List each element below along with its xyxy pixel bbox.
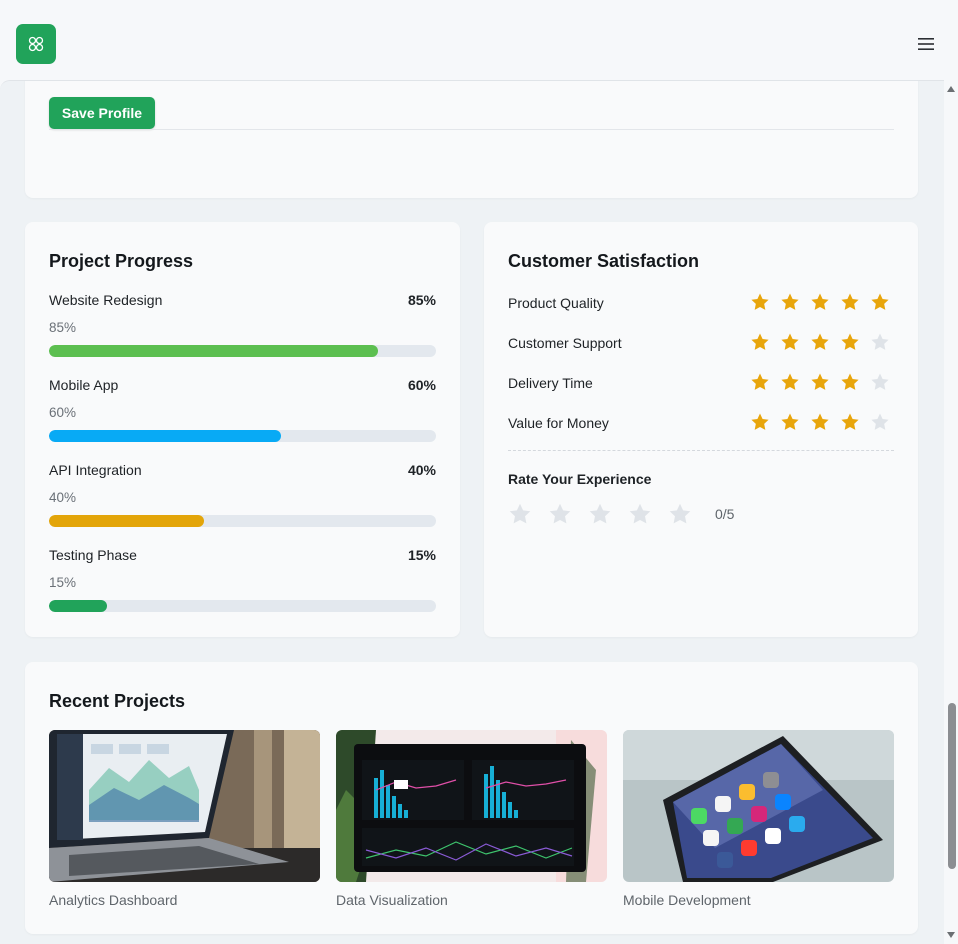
rating-label: Delivery Time bbox=[508, 375, 593, 391]
star-icon bbox=[840, 292, 860, 312]
progress-bar-fill bbox=[49, 515, 204, 527]
progress-item-percent-sub: 40% bbox=[49, 490, 77, 505]
star-icon bbox=[840, 332, 860, 352]
progress-item: Website Redesign 85% 85% bbox=[49, 292, 436, 362]
progress-item-percent-sub: 85% bbox=[49, 320, 77, 335]
progress-bar-track bbox=[49, 430, 436, 442]
card-title: Customer Satisfaction bbox=[508, 251, 700, 271]
progress-bar-fill bbox=[49, 430, 282, 442]
divider bbox=[508, 450, 894, 451]
progress-bar-track bbox=[49, 345, 436, 357]
progress-bar-fill bbox=[49, 600, 108, 612]
rate-star-icon[interactable] bbox=[668, 502, 692, 526]
app-logo-button[interactable] bbox=[16, 24, 56, 64]
scroll-down-arrow-icon[interactable] bbox=[947, 932, 955, 938]
rating-row: Customer Support bbox=[508, 332, 894, 356]
star-icon bbox=[780, 372, 800, 392]
star-icon bbox=[840, 372, 860, 392]
star-icon bbox=[750, 332, 770, 352]
rating-label: Customer Support bbox=[508, 335, 622, 351]
card-title: Recent Projects bbox=[49, 691, 186, 711]
grid-icon bbox=[28, 36, 44, 52]
save-profile-button[interactable]: Save Profile bbox=[49, 97, 155, 129]
progress-item-percent: 60% bbox=[407, 377, 436, 393]
card-title: Project Progress bbox=[49, 251, 194, 271]
project-caption: Analytics Dashboard bbox=[49, 892, 178, 908]
customer-satisfaction-card: Customer Satisfaction Product Quality Cus… bbox=[484, 222, 918, 637]
star-icon bbox=[870, 332, 890, 352]
progress-item-name: Mobile App bbox=[49, 377, 119, 393]
progress-item-name: Website Redesign bbox=[49, 292, 163, 308]
divider bbox=[49, 129, 894, 130]
top-bar bbox=[0, 0, 958, 80]
rating-label: Value for Money bbox=[508, 415, 609, 431]
rate-count: 0/5 bbox=[715, 506, 735, 522]
project-item[interactable]: Mobile Development bbox=[623, 730, 894, 908]
progress-item: API Integration 40% 40% bbox=[49, 462, 436, 532]
menu-button[interactable] bbox=[914, 34, 938, 54]
progress-item-percent-sub: 60% bbox=[49, 405, 77, 420]
star-icon bbox=[870, 412, 890, 432]
laptop-analytics-photo[interactable] bbox=[49, 730, 320, 882]
star-icon bbox=[750, 292, 770, 312]
hamburger-menu-icon bbox=[918, 38, 934, 50]
rating-stars bbox=[750, 292, 890, 312]
rate-star-icon[interactable] bbox=[588, 502, 612, 526]
main-content: Save Profile Project Progress Website Re… bbox=[0, 80, 958, 944]
star-icon bbox=[810, 292, 830, 312]
scroll-up-arrow-icon[interactable] bbox=[947, 86, 955, 92]
monitor-charts-photo[interactable] bbox=[336, 730, 607, 882]
progress-item: Mobile App 60% 60% bbox=[49, 377, 436, 447]
star-icon bbox=[780, 412, 800, 432]
star-icon bbox=[750, 372, 770, 392]
progress-item-percent: 40% bbox=[407, 462, 436, 478]
progress-item-percent: 15% bbox=[407, 547, 436, 563]
progress-item-percent-sub: 15% bbox=[49, 575, 77, 590]
star-icon bbox=[780, 332, 800, 352]
star-icon bbox=[870, 292, 890, 312]
rating-stars bbox=[750, 372, 890, 392]
rate-star-icon[interactable] bbox=[548, 502, 572, 526]
rate-star-icon[interactable] bbox=[628, 502, 652, 526]
project-caption: Mobile Development bbox=[623, 892, 751, 908]
rating-stars bbox=[750, 332, 890, 352]
star-icon bbox=[840, 412, 860, 432]
project-item[interactable]: Data Visualization bbox=[336, 730, 607, 908]
star-icon bbox=[870, 372, 890, 392]
progress-bar-track bbox=[49, 515, 436, 527]
rate-stars bbox=[508, 502, 692, 526]
star-icon bbox=[810, 412, 830, 432]
progress-bar-track bbox=[49, 600, 436, 612]
rating-row: Delivery Time bbox=[508, 372, 894, 396]
star-icon bbox=[780, 292, 800, 312]
profile-card: Save Profile bbox=[25, 81, 918, 198]
star-icon bbox=[750, 412, 770, 432]
progress-item-name: API Integration bbox=[49, 462, 142, 478]
project-item[interactable]: Analytics Dashboard bbox=[49, 730, 320, 908]
smartphone-apps-photo[interactable] bbox=[623, 730, 894, 882]
progress-item-name: Testing Phase bbox=[49, 547, 137, 563]
rating-stars bbox=[750, 412, 890, 432]
rating-row: Value for Money bbox=[508, 412, 894, 436]
progress-bar-fill bbox=[49, 345, 378, 357]
star-icon bbox=[810, 332, 830, 352]
scrollbar[interactable] bbox=[944, 80, 958, 944]
progress-item: Testing Phase 15% 15% bbox=[49, 547, 436, 617]
progress-item-percent: 85% bbox=[407, 292, 436, 308]
rating-row: Product Quality bbox=[508, 292, 894, 316]
rate-star-icon[interactable] bbox=[508, 502, 532, 526]
project-caption: Data Visualization bbox=[336, 892, 448, 908]
rate-experience-title: Rate Your Experience bbox=[508, 471, 652, 487]
star-icon bbox=[810, 372, 830, 392]
project-progress-card: Project Progress Website Redesign 85% 85% M… bbox=[25, 222, 460, 637]
recent-projects-card: Recent Projects Analytics Dashboard Data… bbox=[25, 662, 918, 934]
scroll-thumb[interactable] bbox=[948, 703, 956, 869]
rating-label: Product Quality bbox=[508, 295, 604, 311]
